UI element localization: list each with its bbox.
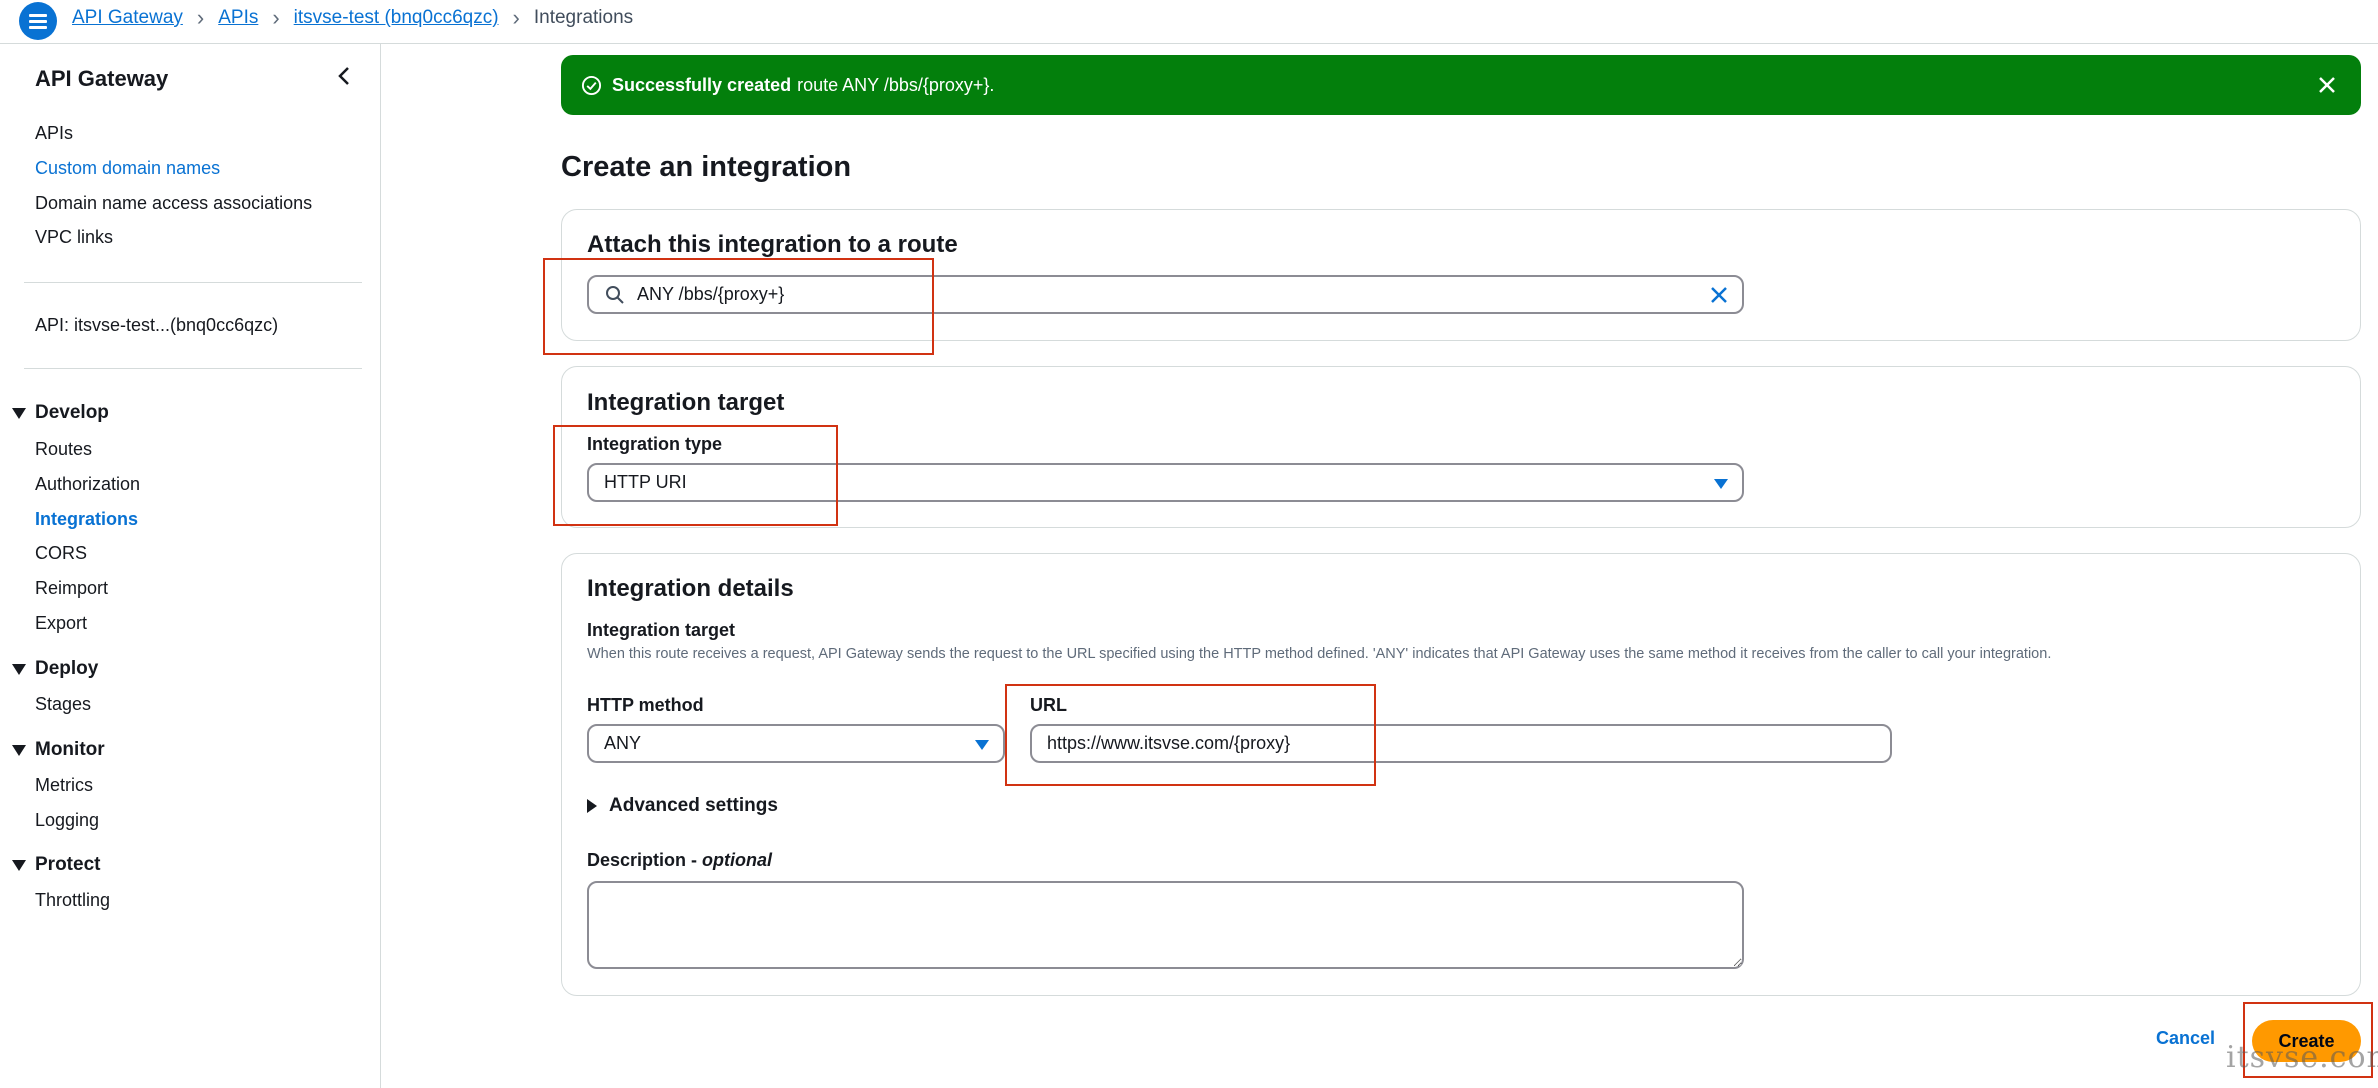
- http-method-label: HTTP method: [587, 695, 704, 715]
- integration-type-label: Integration type: [587, 434, 723, 454]
- caret-down-icon: [12, 744, 26, 756]
- section-protect[interactable]: Protect: [12, 854, 100, 876]
- integration-type-select[interactable]: HTTP URI: [587, 463, 1744, 502]
- sidebar-item-domain-name-access[interactable]: Domain name access associations: [35, 193, 312, 214]
- section-develop[interactable]: Develop: [12, 402, 109, 424]
- chevron-right-icon: ›: [272, 5, 280, 30]
- caret-down-icon: [12, 407, 26, 419]
- url-label: URL: [1030, 695, 1067, 715]
- top-breadcrumb-bar: API Gateway › APIs › itsvse-test (bnq0cc…: [0, 0, 2378, 44]
- section-deploy[interactable]: Deploy: [12, 658, 98, 680]
- sidebar-item-authorization[interactable]: Authorization: [35, 474, 140, 495]
- sidebar-item-export[interactable]: Export: [35, 613, 87, 634]
- url-value: https://www.itsvse.com/{proxy}: [1047, 733, 1291, 753]
- breadcrumb-api-name[interactable]: itsvse-test (bnq0cc6qzc): [294, 7, 499, 29]
- card-title: Integration details: [587, 575, 794, 602]
- route-search-input[interactable]: ANY /bbs/{proxy+}: [587, 275, 1744, 314]
- integration-target-label: Integration target: [587, 620, 736, 640]
- description-label: Description - optional: [587, 850, 773, 870]
- flash-bold-text: Successfully created: [612, 74, 792, 95]
- breadcrumb-api-gateway[interactable]: API Gateway: [72, 7, 183, 29]
- section-monitor[interactable]: Monitor: [12, 739, 105, 761]
- sidebar-item-custom-domain-names[interactable]: Custom domain names: [35, 158, 220, 179]
- integration-type-value: HTTP URI: [604, 472, 687, 492]
- clear-icon[interactable]: [1710, 286, 1728, 304]
- sidebar-item-throttling[interactable]: Throttling: [35, 890, 110, 911]
- divider: [24, 368, 362, 369]
- route-value: ANY /bbs/{proxy+}: [637, 284, 785, 304]
- cancel-button[interactable]: Cancel: [2156, 1028, 2215, 1049]
- advanced-settings-toggle[interactable]: Advanced settings: [587, 795, 778, 817]
- caret-down-icon: [975, 740, 989, 750]
- watermark-text: itsvse.com: [2226, 1040, 2378, 1075]
- attach-route-card: Attach this integration to a route ANY /…: [561, 209, 2361, 341]
- success-flash-banner: Successfully created route ANY /bbs/{pro…: [561, 55, 2361, 115]
- collapse-sidebar-icon[interactable]: [332, 64, 356, 88]
- caret-down-icon: [12, 663, 26, 675]
- sidebar-api-label[interactable]: API: itsvse-test...(bnq0cc6qzc): [35, 315, 278, 336]
- chevron-right-icon: ›: [196, 5, 205, 30]
- flash-text: route ANY /bbs/{proxy+}.: [797, 74, 995, 95]
- sidebar-item-vpc-links[interactable]: VPC links: [35, 227, 113, 248]
- sidebar-item-integrations[interactable]: Integrations: [35, 509, 138, 530]
- card-title: Integration target: [587, 389, 785, 416]
- sidebar-item-apis[interactable]: APIs: [35, 123, 73, 144]
- sidebar-item-stages[interactable]: Stages: [35, 694, 91, 715]
- sidebar-item-logging[interactable]: Logging: [35, 810, 99, 831]
- sidebar-item-reimport[interactable]: Reimport: [35, 578, 108, 599]
- http-method-value: ANY: [604, 733, 642, 753]
- caret-down-icon: [12, 859, 26, 871]
- url-input[interactable]: https://www.itsvse.com/{proxy}: [1030, 724, 1892, 763]
- sidebar-item-routes[interactable]: Routes: [35, 439, 92, 460]
- check-circle-icon: [581, 75, 602, 95]
- page-title: Create an integration: [561, 151, 852, 183]
- caret-right-icon: [587, 799, 597, 813]
- description-textarea[interactable]: [587, 881, 1744, 969]
- integration-details-card: Integration details Integration target W…: [561, 553, 2361, 996]
- breadcrumb-apis[interactable]: APIs: [218, 7, 258, 29]
- divider: [24, 282, 362, 283]
- sidebar-item-metrics[interactable]: Metrics: [35, 775, 93, 796]
- integration-target-card: Integration target Integration type HTTP…: [561, 366, 2361, 528]
- chevron-right-icon: ›: [512, 5, 520, 30]
- close-icon[interactable]: [2315, 73, 2339, 97]
- sidebar-item-cors[interactable]: CORS: [35, 543, 87, 564]
- breadcrumb: API Gateway › APIs › itsvse-test (bnq0cc…: [72, 0, 633, 36]
- card-title: Attach this integration to a route: [587, 231, 958, 258]
- caret-down-icon: [1714, 479, 1728, 489]
- breadcrumb-current: Integrations: [533, 7, 634, 28]
- sidebar: API Gateway APIs Custom domain names Dom…: [0, 44, 381, 1088]
- http-method-select[interactable]: ANY: [587, 724, 1005, 763]
- integration-target-description: When this route receives a request, API …: [587, 646, 2052, 662]
- menu-icon[interactable]: [19, 2, 57, 40]
- search-icon: [606, 285, 624, 304]
- sidebar-title: API Gateway: [35, 66, 169, 91]
